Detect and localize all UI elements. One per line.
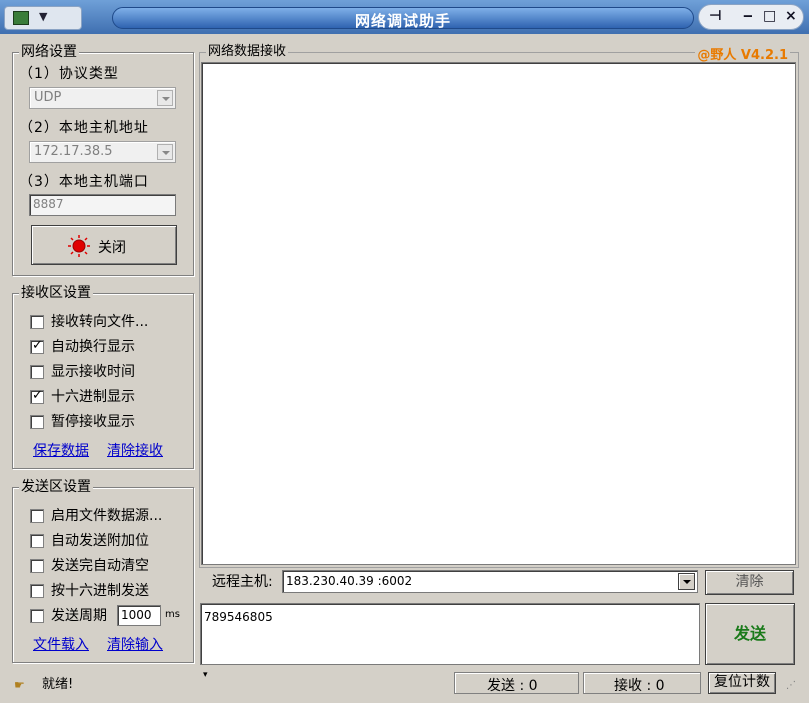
chevron-down-icon[interactable]	[157, 90, 173, 106]
clear-input-link[interactable]: 清除输入	[107, 634, 163, 654]
open-close-button[interactable]: 关闭	[31, 225, 177, 265]
resize-grip-icon[interactable]: ⋰	[786, 680, 796, 691]
send-settings-title: 发送区设置	[19, 479, 93, 495]
send-button[interactable]: 发送	[705, 603, 795, 665]
open-close-label: 关闭	[98, 240, 126, 256]
port-value: 8887	[33, 197, 64, 211]
checkbox-hex-display[interactable]	[30, 388, 44, 404]
network-settings-group: 网络设置 （1）协议类型 UDP （2）本地主机地址 172.17.38.5 （…	[12, 44, 194, 276]
host-value: 172.17.38.5	[34, 144, 113, 159]
option-label: 自动发送附加位	[51, 533, 149, 549]
close-button[interactable]: ×	[785, 8, 797, 24]
receive-settings-title: 接收区设置	[19, 285, 93, 301]
option-label: 十六进制显示	[51, 389, 135, 405]
checkbox-append-bits[interactable]	[30, 534, 44, 548]
option-label: 暂停接收显示	[51, 414, 135, 430]
sent-count-panel: 发送 : 0	[454, 672, 579, 694]
protocol-value: UDP	[34, 90, 62, 105]
receive-area-title: 网络数据接收	[206, 44, 289, 60]
option-label: 发送完自动清空	[51, 558, 149, 574]
checkbox-auto-clear[interactable]	[30, 559, 44, 573]
option-label: 启用文件数据源...	[51, 508, 163, 524]
send-text: 789546805	[204, 610, 273, 624]
chevron-down-icon: ▼	[39, 10, 48, 23]
status-ready: 就绪!	[42, 677, 74, 692]
send-settings-group: 发送区设置 启用文件数据源... 自动发送附加位 发送完自动清空 按十六进制发送…	[12, 479, 194, 663]
host-label: （2）本地主机地址	[19, 120, 149, 136]
status-led-icon	[68, 235, 90, 257]
protocol-label: （1）协议类型	[19, 66, 119, 82]
period-label: 发送周期	[51, 608, 107, 624]
window-title: 网络调试助手	[354, 12, 451, 30]
maximize-button[interactable]: □	[763, 8, 776, 24]
network-app-icon	[13, 11, 29, 25]
host-select[interactable]: 172.17.38.5	[29, 141, 176, 163]
period-unit: ms	[165, 609, 180, 620]
status-bar: ☛ 就绪! ▾ 发送 : 0 接收 : 0 复位计数 ⋰	[0, 668, 809, 703]
option-label: 显示接收时间	[51, 364, 135, 380]
minimize-button[interactable]: ‒	[743, 8, 753, 24]
title-pill: 网络调试助手	[112, 7, 694, 30]
version-label: @野人 V4.2.1	[695, 44, 790, 63]
app-window: ▼ 网络调试助手 ⊣ ‒ □ × 网络设置 （1）协议类型 UDP （2）本地主…	[0, 0, 809, 703]
checkbox-hex-send[interactable]	[30, 584, 44, 598]
receive-settings-group: 接收区设置 接收转向文件... 自动换行显示 显示接收时间 十六进制显示 暂停接…	[12, 285, 194, 469]
remote-host-label: 远程主机:	[212, 574, 273, 590]
received-count: 接收 : 0	[614, 678, 665, 694]
checkbox-show-time[interactable]	[30, 365, 44, 379]
checkbox-pause-display[interactable]	[30, 415, 44, 429]
checkbox-auto-wrap[interactable]	[30, 338, 44, 354]
sent-count: 发送 : 0	[487, 678, 538, 694]
clear-remote-button[interactable]: 清除	[705, 570, 794, 595]
remote-host-combo[interactable]: 183.230.40.39 :6002	[282, 570, 698, 593]
period-value: 1000	[121, 608, 152, 622]
caret-icon: ▾	[203, 670, 208, 680]
port-label: （3）本地主机端口	[19, 174, 149, 190]
send-text-area[interactable]: 789546805	[200, 603, 700, 665]
reset-count-button[interactable]: 复位计数	[708, 672, 776, 694]
chevron-down-icon[interactable]	[157, 144, 173, 160]
clear-receive-link[interactable]: 清除接收	[107, 440, 163, 460]
received-count-panel: 接收 : 0	[583, 672, 701, 694]
checkbox-send-period[interactable]	[30, 609, 44, 623]
period-input[interactable]: 1000	[117, 605, 161, 626]
option-label: 按十六进制发送	[51, 583, 149, 599]
save-data-link[interactable]: 保存数据	[33, 440, 89, 460]
window-controls: ⊣ ‒ □ ×	[698, 4, 804, 30]
network-settings-title: 网络设置	[19, 44, 79, 60]
option-label: 自动换行显示	[51, 339, 135, 355]
option-label: 接收转向文件...	[51, 314, 149, 330]
file-load-link[interactable]: 文件载入	[33, 634, 89, 654]
checkbox-redirect-to-file[interactable]	[30, 315, 44, 329]
chevron-down-icon[interactable]	[678, 573, 695, 590]
protocol-select[interactable]: UDP	[29, 87, 176, 109]
pointing-hand-icon: ☛	[14, 678, 25, 692]
checkbox-file-source[interactable]	[30, 509, 44, 523]
port-input[interactable]: 8887	[29, 194, 176, 216]
pin-icon[interactable]: ⊣	[709, 8, 722, 24]
receive-text-area[interactable]	[201, 62, 796, 565]
title-bar[interactable]: ▼ 网络调试助手 ⊣ ‒ □ ×	[0, 0, 809, 34]
remote-host-value: 183.230.40.39 :6002	[286, 574, 413, 588]
system-menu-button[interactable]: ▼	[4, 6, 82, 30]
